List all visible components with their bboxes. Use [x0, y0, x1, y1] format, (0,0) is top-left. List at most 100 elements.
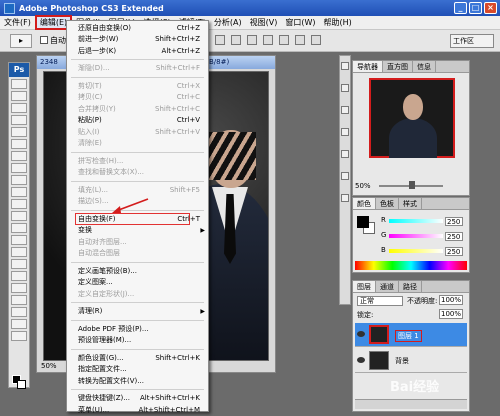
edit-menu-item[interactable]: 定义图案...	[67, 277, 208, 289]
dock-icon-4[interactable]	[341, 128, 349, 136]
eye-icon[interactable]	[357, 357, 365, 363]
edit-menu-item[interactable]: 定义画笔预设(B)...	[67, 265, 208, 277]
edit-menu-item[interactable]: 贴入(I) Shift+Ctrl+V	[67, 126, 208, 138]
align-top-icon[interactable]	[215, 35, 225, 45]
channel-slider[interactable]	[389, 219, 443, 223]
tool-button-18[interactable]	[11, 295, 27, 305]
tool-button-4[interactable]	[11, 127, 27, 137]
distribute-icon[interactable]	[311, 35, 321, 45]
panel-tab[interactable]: 直方图	[383, 61, 413, 72]
panel-tab[interactable]: 导航器	[353, 61, 383, 72]
edit-menu-item[interactable]: 自动混合图层	[67, 248, 208, 260]
edit-menu-item[interactable]: 预设管理器(M)...	[67, 335, 208, 347]
tool-button-21[interactable]	[11, 331, 27, 341]
edit-menu-item[interactable]: 拷贝(C) Ctrl+C	[67, 92, 208, 104]
tool-button-2[interactable]	[11, 103, 27, 113]
color-fg-swatch[interactable]	[357, 216, 369, 228]
tool-button-8[interactable]	[11, 175, 27, 185]
blend-mode-select[interactable]: 正常	[357, 296, 403, 306]
menu-item-8[interactable]: 窗口(W)	[281, 17, 319, 28]
panel-tab[interactable]: 路径	[399, 281, 422, 292]
tool-button-17[interactable]	[11, 283, 27, 293]
dock-icon-6[interactable]	[341, 172, 349, 180]
navigator-zoom[interactable]: 50%	[355, 182, 371, 190]
channel-value-field[interactable]: 250	[445, 217, 463, 226]
layer-row[interactable]: 图层 1	[355, 323, 467, 347]
edit-menu-item[interactable]: 粘贴(P) Ctrl+V	[67, 115, 208, 127]
align-right-icon[interactable]	[295, 35, 305, 45]
tool-button-3[interactable]	[11, 115, 27, 125]
menu-item-9[interactable]: 帮助(H)	[320, 17, 356, 28]
dock-icon-5[interactable]	[341, 150, 349, 158]
align-center-icon[interactable]	[279, 35, 289, 45]
menu-item-0[interactable]: 文件(F)	[0, 17, 35, 28]
fill-field[interactable]: 100%	[439, 309, 463, 319]
edit-menu-item[interactable]: 颜色设置(G)... Shift+Ctrl+K	[67, 352, 208, 364]
tool-button-14[interactable]	[11, 247, 27, 257]
edit-menu-item[interactable]: 剪切(T) Ctrl+X	[67, 80, 208, 92]
minimize-button[interactable]: _	[454, 2, 467, 14]
edit-menu-item[interactable]: Adobe PDF 预设(P)...	[67, 323, 208, 335]
maximize-button[interactable]: □	[469, 2, 482, 14]
panel-tab[interactable]: 信息	[413, 61, 436, 72]
edit-menu-item[interactable]: 定义自定形状(J)...	[67, 288, 208, 300]
menu-item-7[interactable]: 视图(V)	[246, 17, 282, 28]
workspace-button[interactable]: 工作区	[450, 34, 494, 48]
edit-menu-item[interactable]: 拼写检查(H)...	[67, 155, 208, 167]
edit-menu-item[interactable]: 清理(R) ▶	[67, 306, 208, 318]
dock-icon-7[interactable]	[341, 194, 349, 202]
channel-slider[interactable]	[389, 234, 443, 238]
navigator-thumbnail[interactable]	[369, 78, 455, 158]
edit-menu-item[interactable]: 变换 ▶	[67, 225, 208, 237]
move-tool-preset[interactable]: ▸	[10, 34, 32, 48]
align-middle-icon[interactable]	[231, 35, 241, 45]
color-spectrum[interactable]	[355, 261, 467, 270]
edit-menu-item[interactable]: 查找和替换文本(X)...	[67, 167, 208, 179]
navigator-slider-knob[interactable]	[409, 181, 415, 189]
tool-button-15[interactable]	[11, 259, 27, 269]
tool-button-1[interactable]	[11, 91, 27, 101]
dock-icon-3[interactable]	[341, 106, 349, 114]
edit-menu-item[interactable]: 后退一步(K) Alt+Ctrl+Z	[67, 45, 208, 57]
dock-icon-2[interactable]	[341, 84, 349, 92]
tool-button-10[interactable]	[11, 199, 27, 209]
channel-slider[interactable]	[389, 249, 443, 253]
tool-button-16[interactable]	[11, 271, 27, 281]
tool-button-12[interactable]	[11, 223, 27, 233]
edit-menu-item[interactable]: 键盘快捷键(Z)... Alt+Shift+Ctrl+K	[67, 393, 208, 405]
edit-menu-item[interactable]: 填充(L)... Shift+F5	[67, 184, 208, 196]
eye-icon[interactable]	[357, 331, 365, 337]
panel-tab[interactable]: 样式	[399, 198, 422, 209]
close-button[interactable]: ×	[484, 2, 497, 14]
document-zoom[interactable]: 50%	[41, 362, 57, 370]
dock-icon-1[interactable]	[341, 62, 349, 70]
background-color-swatch[interactable]	[17, 380, 26, 389]
edit-menu-item[interactable]: 自动对齐图层...	[67, 236, 208, 248]
auto-select-checkbox[interactable]	[40, 36, 48, 44]
tool-button-0[interactable]	[11, 79, 27, 89]
tool-button-6[interactable]	[11, 151, 27, 161]
tool-button-19[interactable]	[11, 307, 27, 317]
layer-row[interactable]: 背景	[355, 349, 467, 373]
align-bottom-icon[interactable]	[247, 35, 257, 45]
panel-tab[interactable]: 颜色	[353, 198, 376, 209]
edit-menu-item[interactable]: 转换为配置文件(V)...	[67, 375, 208, 387]
edit-menu-item[interactable]: 还原自由变换(O) Ctrl+Z	[67, 22, 208, 34]
panel-tab[interactable]: 图层	[353, 281, 376, 292]
tool-button-9[interactable]	[11, 187, 27, 197]
edit-menu-item[interactable]: 前进一步(W) Shift+Ctrl+Z	[67, 34, 208, 46]
tool-button-13[interactable]	[11, 235, 27, 245]
edit-menu-item[interactable]: 指定配置文件...	[67, 364, 208, 376]
tool-button-11[interactable]	[11, 211, 27, 221]
opacity-field[interactable]: 100%	[439, 295, 463, 305]
channel-value-field[interactable]: 250	[445, 247, 463, 256]
channel-value-field[interactable]: 250	[445, 232, 463, 241]
tool-button-20[interactable]	[11, 319, 27, 329]
panel-tab[interactable]: 色板	[376, 198, 399, 209]
tool-button-7[interactable]	[11, 163, 27, 173]
panel-tab[interactable]: 通道	[376, 281, 399, 292]
menu-item-6[interactable]: 分析(A)	[210, 17, 246, 28]
edit-menu-item[interactable]: 合并拷贝(Y) Shift+Ctrl+C	[67, 103, 208, 115]
align-left-icon[interactable]	[263, 35, 273, 45]
edit-menu-item[interactable]: 清除(E)	[67, 138, 208, 150]
